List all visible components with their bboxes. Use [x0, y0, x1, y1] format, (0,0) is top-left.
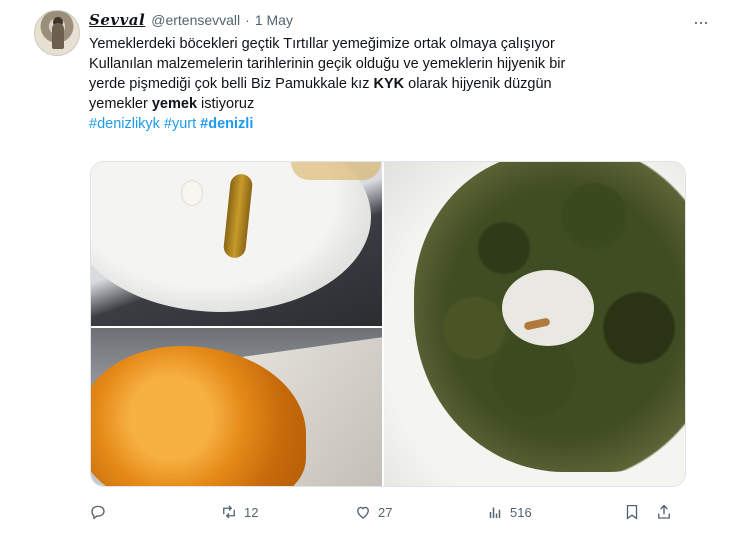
- sauce-stain: [291, 162, 381, 180]
- text-segment: Yemeklerdeki böcekleri geçtik Tırtıllar …: [89, 36, 555, 52]
- heart-icon: [354, 503, 372, 521]
- display-name[interactable]: Sevval: [89, 11, 145, 29]
- tweet-header: Sevval @ertensevvall · 1 May: [89, 10, 293, 30]
- reply-icon: [89, 503, 107, 521]
- hashtag-link[interactable]: #denizlikyk: [89, 116, 160, 132]
- avatar-figure: [52, 23, 64, 49]
- views-count: 516: [510, 504, 532, 520]
- hashtag-link[interactable]: #yurt: [164, 116, 196, 132]
- retweet-button[interactable]: 12: [220, 503, 258, 521]
- views-button[interactable]: 516: [486, 503, 532, 521]
- media-grid: [90, 161, 686, 487]
- more-dots-icon[interactable]: ···: [693, 12, 709, 33]
- text-bold-segment: yemek: [151, 96, 198, 112]
- tweet-text-line: yerde pişmediği çok belli Biz Pamukkale …: [89, 74, 709, 94]
- action-bar: 12 27 516: [89, 503, 709, 527]
- hashtag-link[interactable]: #denizli: [200, 116, 253, 132]
- share-button[interactable]: [655, 503, 673, 521]
- tweet-text-line: Kullanılan malzemelerin tarihlerinin geç…: [89, 54, 709, 74]
- text-segment: yerde pişmediği çok belli Biz Pamukkale …: [89, 76, 374, 92]
- avatar[interactable]: [34, 10, 80, 56]
- like-count: 27: [378, 504, 393, 520]
- rice-grain: [181, 180, 203, 206]
- bookmark-icon: [623, 503, 641, 521]
- tweet-text: Yemeklerdeki böcekleri geçtik Tırtıllar …: [89, 34, 709, 134]
- bookmark-button[interactable]: [623, 503, 641, 521]
- separator-dot: ·: [245, 12, 250, 28]
- text-segment: Kullanılan malzemelerin tarihlerinin geç…: [89, 56, 566, 72]
- photo-caterpillar-plate[interactable]: [91, 162, 382, 326]
- text-segment: istiyoruz: [197, 96, 255, 112]
- text-segment: yemekler: [89, 96, 152, 112]
- tweet-date[interactable]: 1 May: [255, 12, 293, 28]
- tweet-card[interactable]: Sevval @ertensevvall · 1 May ··· Yemekle…: [26, 0, 726, 547]
- reply-button[interactable]: [89, 503, 113, 521]
- views-chart-icon: [486, 503, 504, 521]
- yogurt-spot: [502, 270, 594, 346]
- text-segment: olarak hijyenik düzgün: [404, 76, 552, 92]
- photo-spinach-dish[interactable]: [384, 162, 685, 486]
- tweet-text-line: Yemeklerdeki böcekleri geçtik Tırtıllar …: [89, 34, 709, 54]
- share-icon: [655, 503, 673, 521]
- hashtag-row: #denizlikyk #yurt #denizli: [89, 114, 709, 134]
- like-button[interactable]: 27: [354, 503, 392, 521]
- retweet-count: 12: [244, 504, 259, 520]
- retweet-icon: [220, 503, 238, 521]
- text-bold-segment: KYK: [373, 76, 405, 92]
- tweet-text-line: yemekler yemek istiyoruz: [89, 94, 709, 114]
- user-handle[interactable]: @ertensevvall: [151, 12, 240, 28]
- photo-fried-chicken[interactable]: [91, 328, 382, 486]
